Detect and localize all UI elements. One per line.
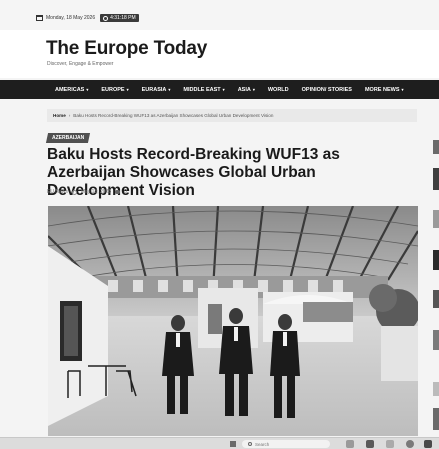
current-time: 4:31:18 PM xyxy=(110,15,136,21)
nav-label: MORE NEWS xyxy=(364,86,400,93)
os-taskbar: Search xyxy=(0,437,439,449)
nav-item-asia[interactable]: ASIA ▾ xyxy=(238,87,255,93)
chevron-down-icon: ▾ xyxy=(401,86,404,92)
top-date-bar: Monday, 18 May 2026 4:31:18 PM xyxy=(0,0,439,30)
nav-item-eurasia[interactable]: EURASIA ▾ xyxy=(142,87,171,93)
article-comment-count[interactable]: 0 xyxy=(124,189,127,195)
category-label: AZERBAIJAN xyxy=(52,135,85,141)
nav-label: WORLD xyxy=(267,86,289,93)
nav-item-middle-east[interactable]: MIDDLE EAST ▾ xyxy=(183,87,224,93)
breadcrumb-separator: › xyxy=(68,113,71,118)
breadcrumb-current: Baku Hosts Record-Breaking WUF13 as Azer… xyxy=(73,113,274,118)
nav-label: ASIA xyxy=(237,86,251,93)
sidebar-thumbnail[interactable] xyxy=(433,250,439,270)
main-navigation: AMERICAS ▾ EUROPE ▾ EURASIA ▾ MIDDLE EAST ▾ … xyxy=(0,80,439,99)
app-icon[interactable] xyxy=(386,440,394,448)
sidebar-thumbnail[interactable] xyxy=(433,408,439,430)
nav-item-europe[interactable]: EUROPE ▾ xyxy=(101,87,128,93)
current-time-badge: 4:31:18 PM xyxy=(100,14,139,22)
featured-image-illustration xyxy=(48,206,418,436)
article-author[interactable]: EU News xyxy=(47,189,68,195)
chevron-down-icon: ▾ xyxy=(126,86,129,92)
windows-start-icon[interactable] xyxy=(230,441,236,447)
app-icon[interactable] xyxy=(346,440,354,448)
app-icon[interactable] xyxy=(366,440,374,448)
article-meta: EU News May 18, 2026 0 xyxy=(47,189,127,195)
clock-icon xyxy=(103,15,109,21)
category-badge[interactable]: AZERBAIJAN xyxy=(45,133,91,143)
nav-label: MIDDLE EAST xyxy=(183,86,221,93)
calendar-icon xyxy=(36,15,43,21)
nav-label: OPINION/ STORIES xyxy=(301,86,352,93)
clock-icon xyxy=(71,189,77,195)
chevron-down-icon: ▾ xyxy=(86,86,89,92)
browser-icon[interactable] xyxy=(406,440,414,448)
article-date: May 18, 2026 xyxy=(80,189,112,195)
chevron-down-icon: ▾ xyxy=(168,86,171,92)
site-header: The Europe Today Discover, Engage & Empo… xyxy=(0,30,439,78)
sidebar-thumbnail[interactable] xyxy=(433,330,439,350)
nav-item-world[interactable]: WORLD xyxy=(268,87,289,93)
nav-label: EURASIA xyxy=(141,86,167,93)
chevron-down-icon: ▾ xyxy=(222,86,225,92)
sidebar-thumbnail[interactable] xyxy=(433,382,439,396)
sidebar-thumbnail[interactable] xyxy=(433,140,439,154)
taskbar-search[interactable]: Search xyxy=(242,440,330,448)
app-icon[interactable] xyxy=(424,440,432,448)
nav-label: AMERICAS xyxy=(55,86,85,93)
date-time-group: Monday, 18 May 2026 4:31:18 PM xyxy=(36,14,139,22)
comment-icon xyxy=(115,190,121,194)
breadcrumb-home-link[interactable]: Home xyxy=(53,113,66,118)
article-featured-image xyxy=(48,206,418,436)
current-date: Monday, 18 May 2026 xyxy=(46,15,96,21)
breadcrumb: Home › Baku Hosts Record-Breaking WUF13 … xyxy=(47,109,417,122)
site-tagline: Discover, Engage & Empower xyxy=(47,61,114,67)
chevron-down-icon: ▾ xyxy=(252,86,255,92)
search-icon xyxy=(248,442,252,446)
sidebar-thumbnail[interactable] xyxy=(433,168,439,190)
nav-item-opinion-stories[interactable]: OPINION/ STORIES xyxy=(302,87,352,93)
taskbar-search-placeholder: Search xyxy=(255,441,270,447)
sidebar-thumbnail[interactable] xyxy=(433,290,439,308)
nav-item-more-news[interactable]: MORE NEWS ▾ xyxy=(365,87,404,93)
nav-item-americas[interactable]: AMERICAS ▾ xyxy=(55,87,88,93)
site-logo-title[interactable]: The Europe Today xyxy=(46,38,207,60)
nav-label: EUROPE xyxy=(101,86,125,93)
sidebar-thumbnail[interactable] xyxy=(433,210,439,228)
